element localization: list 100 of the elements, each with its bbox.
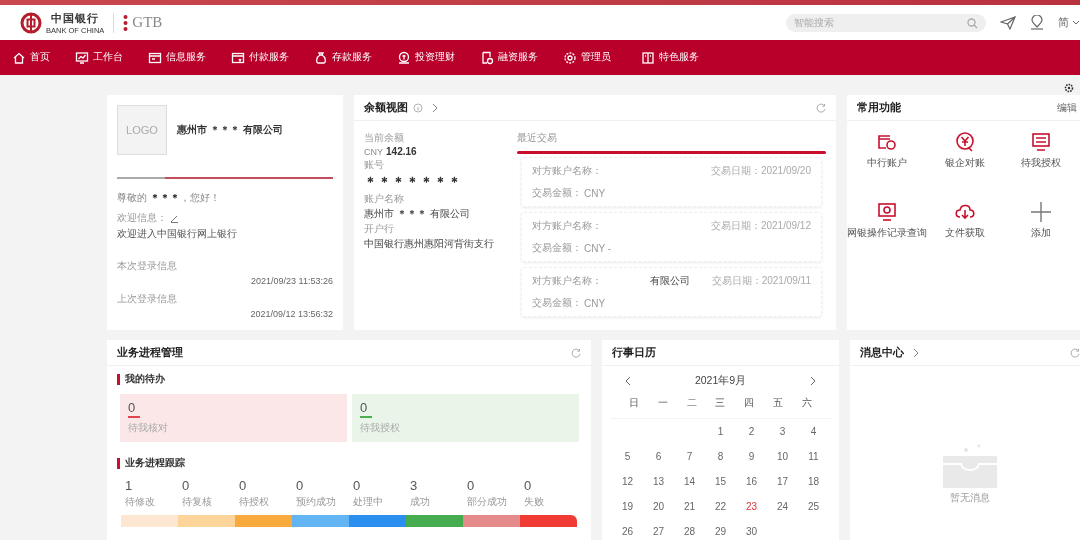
stat-count: 0 xyxy=(181,478,191,493)
calendar-day[interactable]: 22 xyxy=(705,494,736,519)
party-label: 对方账户名称： xyxy=(532,219,602,233)
company-name: 惠州市 ＊＊＊ 有限公司 xyxy=(177,123,283,137)
calendar-day[interactable]: 8 xyxy=(705,444,736,469)
weekday-label: 五 xyxy=(771,396,784,410)
nav-item[interactable]: 投资理财 xyxy=(415,51,455,64)
chevron-right-icon[interactable] xyxy=(913,347,919,358)
amount-label: 交易金额： xyxy=(532,296,582,310)
calendar-day[interactable]: 11 xyxy=(798,444,829,469)
todo-label: 待我授权 xyxy=(360,420,401,435)
money-bag-icon[interactable] xyxy=(314,50,328,65)
stat-label: 待复核 xyxy=(181,495,213,509)
caret-icon[interactable] xyxy=(1072,20,1080,25)
pencil-icon[interactable] xyxy=(170,213,179,223)
chevron-left-icon[interactable] xyxy=(625,376,631,386)
todo-count: 0 xyxy=(360,400,369,415)
calendar-day[interactable]: 30 xyxy=(736,519,767,540)
nav-item[interactable]: 存款服务 xyxy=(332,51,372,64)
plus-icon[interactable] xyxy=(1030,201,1052,223)
stat-count: 3 xyxy=(409,478,419,493)
account-number: ＊＊＊＊＊＊＊ xyxy=(364,173,463,191)
section-title: 业务进程跟踪 xyxy=(125,456,185,470)
amount-label: 交易金额： xyxy=(532,186,582,200)
todo-count: 0 xyxy=(128,400,137,415)
monitor-search-icon[interactable] xyxy=(876,201,898,223)
calendar-day[interactable]: 16 xyxy=(736,469,767,494)
calendar-day[interactable]: 27 xyxy=(643,519,674,540)
calendar-day[interactable]: 21 xyxy=(674,494,705,519)
calendar-day[interactable]: 12 xyxy=(612,469,643,494)
stat-count: 0 xyxy=(523,478,533,493)
language-label[interactable]: 简 xyxy=(1058,15,1070,30)
calendar-day[interactable]: 6 xyxy=(643,444,674,469)
transaction-amount: CNY xyxy=(584,187,606,199)
calendar-day[interactable]: 18 xyxy=(798,469,829,494)
calendar-day[interactable]: 1 xyxy=(705,419,736,444)
settings-icon[interactable] xyxy=(1064,83,1074,93)
party-label: 对方账户名称： xyxy=(532,274,602,288)
location-pin-icon[interactable] xyxy=(1030,15,1044,30)
calendar-day[interactable]: 25 xyxy=(798,494,829,519)
nav-item[interactable]: 融资服务 xyxy=(498,51,538,64)
nav-item[interactable]: 信息服务 xyxy=(166,51,206,64)
calendar-day[interactable]: 9 xyxy=(736,444,767,469)
chevron-right-icon[interactable] xyxy=(810,376,816,386)
calendar-day[interactable]: 26 xyxy=(612,519,643,540)
calendar-day[interactable]: 5 xyxy=(612,444,643,469)
field-label: 开户行 xyxy=(364,222,395,236)
building-icon[interactable] xyxy=(641,50,655,65)
transaction-date: 交易日期：2021/09/12 xyxy=(710,219,811,233)
shortcut-label[interactable]: 银企对账 xyxy=(945,156,985,170)
stat-label: 部分成功 xyxy=(466,495,508,509)
nav-item[interactable]: 管理员 xyxy=(581,51,611,64)
calendar-day[interactable]: 15 xyxy=(705,469,736,494)
calendar-day[interactable]: 4 xyxy=(798,419,829,444)
calendar-day[interactable]: 24 xyxy=(767,494,798,519)
transaction-card[interactable]: 对方账户名称： 有限公司 交易日期：2021/09/11 交易金额： CNY xyxy=(521,267,822,317)
card-icon[interactable] xyxy=(231,50,245,65)
calendar-day[interactable]: 14 xyxy=(674,469,705,494)
shortcut-label[interactable]: 添加 xyxy=(1031,226,1051,240)
calendar-day[interactable]: 2 xyxy=(736,419,767,444)
nav-item[interactable]: 付款服务 xyxy=(249,51,289,64)
calendar-day[interactable]: 20 xyxy=(643,494,674,519)
calendar-day[interactable]: 3 xyxy=(767,419,798,444)
accent-bar xyxy=(117,457,120,469)
calendar-day[interactable]: 10 xyxy=(767,444,798,469)
calendar-day[interactable]: 7 xyxy=(674,444,705,469)
edit-link[interactable]: 编辑 xyxy=(1057,100,1077,115)
nav-item[interactable]: 首页 xyxy=(30,51,50,64)
welcome-label: 欢迎信息： xyxy=(117,211,167,225)
home-icon[interactable] xyxy=(12,50,26,65)
nav-item[interactable]: 工作台 xyxy=(93,51,123,64)
yen-icon[interactable] xyxy=(954,131,976,153)
amount-label: 交易金额： xyxy=(532,241,582,255)
stat-count: 0 xyxy=(352,478,362,493)
list-icon[interactable] xyxy=(1030,131,1052,153)
calendar-day[interactable]: 28 xyxy=(674,519,705,540)
calendar-day[interactable]: 19 xyxy=(612,494,643,519)
todo-tile[interactable]: 0 待我核对 xyxy=(120,394,347,442)
nav-item[interactable]: 特色服务 xyxy=(659,51,699,64)
chevron-right-icon[interactable] xyxy=(432,102,438,113)
paper-plane-icon[interactable] xyxy=(1000,15,1016,30)
login-time: 2021/09/12 13:56:32 xyxy=(249,309,333,319)
weekday-label: 六 xyxy=(800,396,813,410)
calendar-day[interactable]: 29 xyxy=(705,519,736,540)
calendar-day[interactable]: 23 xyxy=(736,494,767,519)
shortcut-label[interactable]: 网银操作记录查询 xyxy=(847,226,927,240)
transaction-date: 交易日期：2021/09/11 xyxy=(711,274,811,288)
todo-tile[interactable]: 0 待我授权 xyxy=(352,394,579,442)
shortcut-label[interactable]: 文件获取 xyxy=(945,226,985,240)
document-coin-icon[interactable] xyxy=(480,50,494,65)
transaction-amount: CNY - xyxy=(584,242,612,254)
coin-icon[interactable] xyxy=(397,50,411,65)
document-icon[interactable] xyxy=(148,50,162,65)
transaction-date: 交易日期：2021/09/20 xyxy=(710,164,811,178)
calendar-day[interactable]: 17 xyxy=(767,469,798,494)
stat-label: 待授权 xyxy=(238,495,270,509)
shortcut-label[interactable]: 中行账户 xyxy=(867,156,907,170)
shortcut-label[interactable]: 待我授权 xyxy=(1021,156,1061,170)
calendar-day[interactable]: 13 xyxy=(643,469,674,494)
monitor-icon[interactable] xyxy=(75,50,89,65)
